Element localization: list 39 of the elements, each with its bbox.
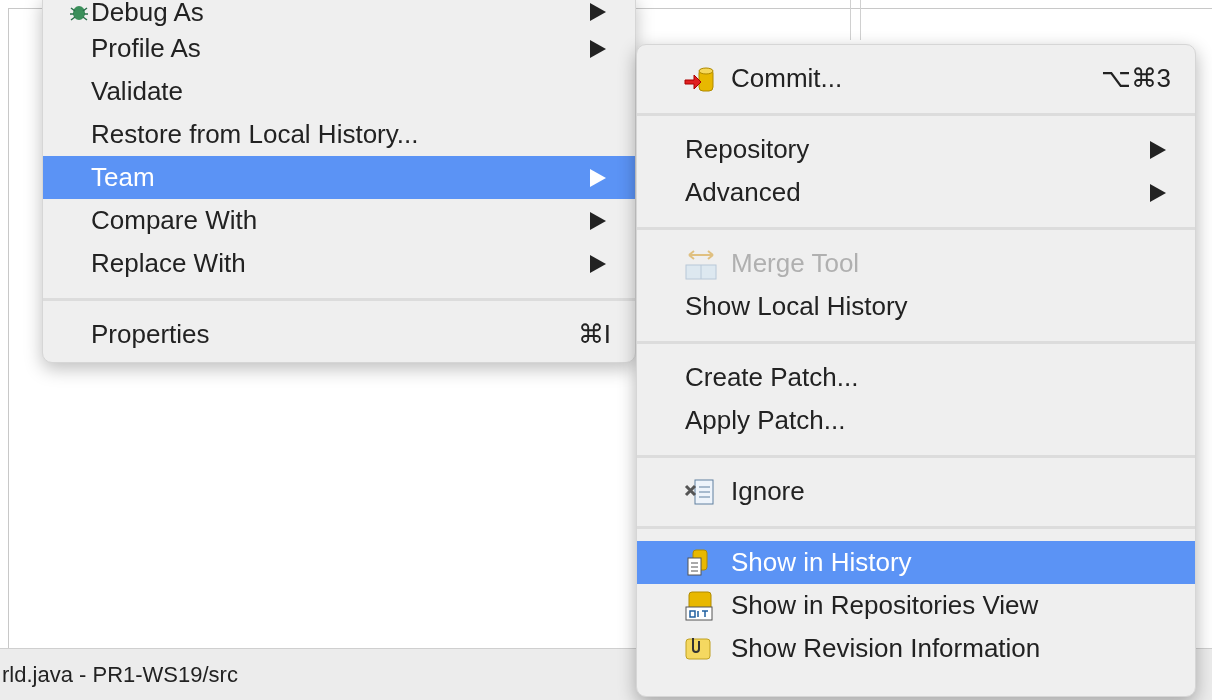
menu-item[interactable]: Restore from Local History... — [43, 113, 635, 156]
menu-item[interactable]: Debug As — [43, 0, 635, 27]
menu-item[interactable]: Ignore — [637, 470, 1195, 513]
menu-item[interactable]: Validate — [43, 70, 635, 113]
menu-item-label: Debug As — [91, 0, 204, 29]
menu-item-label: Ignore — [731, 475, 805, 508]
menu-item[interactable]: Properties ⌘I — [43, 313, 635, 356]
menu-item-label: Show in History — [731, 546, 912, 579]
menu-item[interactable]: Profile As — [43, 27, 635, 70]
menu-item-label: Replace With — [91, 247, 246, 280]
menu-item-label: Commit... — [731, 62, 843, 95]
menu-item[interactable]: Show in Repositories View — [637, 584, 1195, 627]
menu-item-label: Validate — [91, 75, 184, 108]
menu-item-label: Create Patch... — [685, 361, 859, 394]
menu-item[interactable]: Apply Patch... — [637, 399, 1195, 442]
menu-item-label: Merge Tool — [731, 247, 860, 280]
menu-item-label: Properties — [91, 318, 210, 351]
menu-item[interactable]: Commit... ⌥⌘3 — [637, 57, 1195, 100]
menu-item-label: Compare With — [91, 204, 258, 237]
keyboard-shortcut: ⌥⌘3 — [1100, 62, 1171, 95]
menu-item[interactable]: Replace With — [43, 242, 635, 285]
menu-item-label: Show Local History — [685, 290, 908, 323]
menu-item[interactable]: Compare With — [43, 199, 635, 242]
menu-item-label: Show in Repositories View — [731, 589, 1039, 622]
keyboard-shortcut: ⌘I — [577, 318, 611, 351]
menu-item-label: Profile As — [91, 32, 201, 65]
menu-item-label: Show Revision Information — [731, 632, 1041, 665]
menu-item[interactable]: Advanced — [637, 171, 1195, 214]
status-text: rld.java - PR1-WS19/src — [2, 661, 238, 689]
menu-item-label: Restore from Local History... — [91, 118, 419, 151]
menu-item[interactable]: Show Revision Information — [637, 627, 1195, 670]
ignore-icon — [683, 476, 717, 507]
menu-item-label: Advanced — [685, 176, 801, 209]
menu-item[interactable]: Create Patch... — [637, 356, 1195, 399]
menu-item[interactable]: Show Local History — [637, 285, 1195, 328]
menu-item[interactable]: Repository — [637, 128, 1195, 171]
menu-item-label: Team — [91, 161, 155, 194]
menu-item-label: Apply Patch... — [685, 404, 846, 437]
menu-item-label: Repository — [685, 133, 810, 166]
